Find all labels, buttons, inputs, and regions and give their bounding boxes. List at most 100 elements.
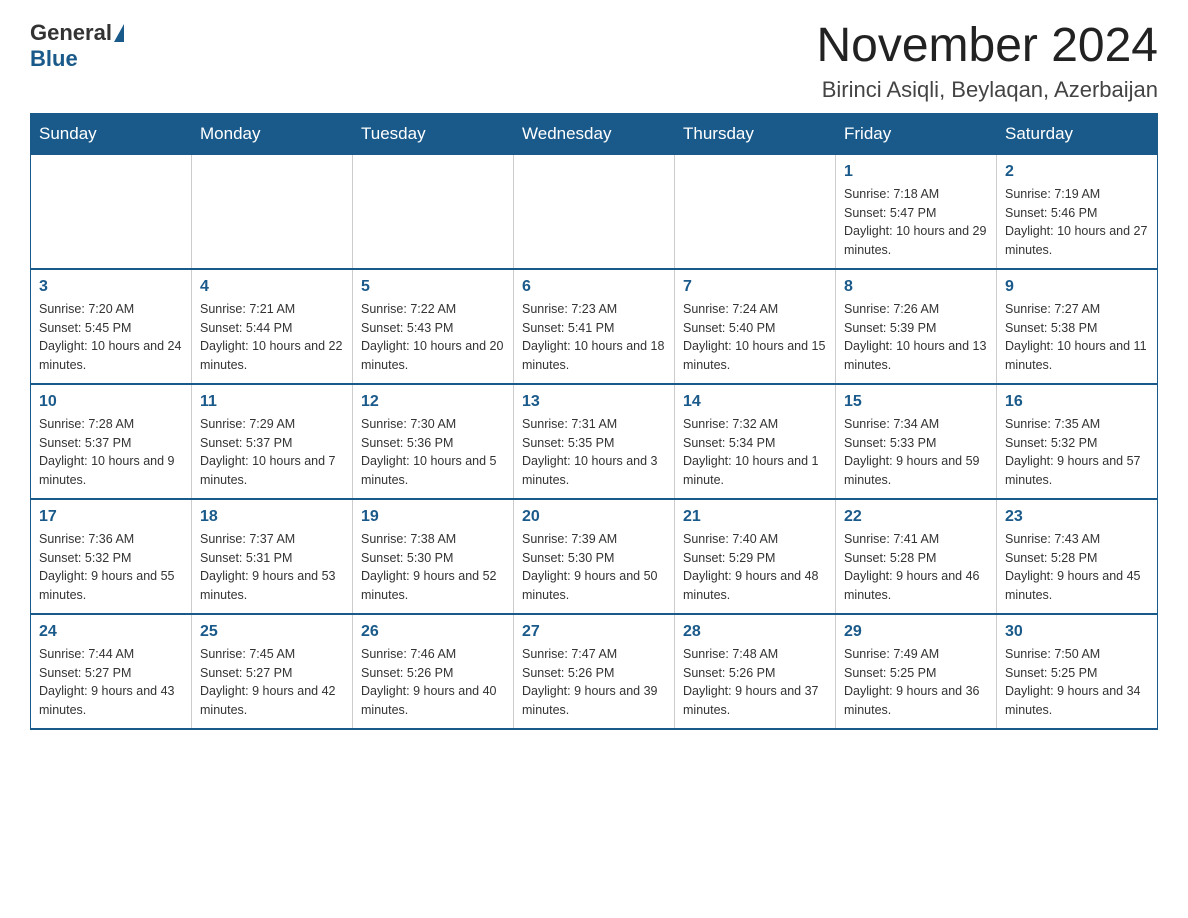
logo-general-text: General: [30, 20, 112, 46]
day-info: Sunrise: 7:41 AMSunset: 5:28 PMDaylight:…: [844, 530, 988, 605]
calendar-cell: 10 Sunrise: 7:28 AMSunset: 5:37 PMDayligh…: [31, 384, 192, 499]
calendar-cell: 24 Sunrise: 7:44 AMSunset: 5:27 PMDayligh…: [31, 614, 192, 729]
day-number: 29: [844, 623, 988, 641]
day-info: Sunrise: 7:31 AMSunset: 5:35 PMDaylight:…: [522, 415, 666, 490]
calendar-week-row: 17 Sunrise: 7:36 AMSunset: 5:32 PMDayligh…: [31, 499, 1158, 614]
day-number: 18: [200, 508, 344, 526]
day-info: Sunrise: 7:27 AMSunset: 5:38 PMDaylight:…: [1005, 300, 1149, 375]
day-header-sunday: Sunday: [31, 113, 192, 154]
day-header-friday: Friday: [836, 113, 997, 154]
day-info: Sunrise: 7:19 AMSunset: 5:46 PMDaylight:…: [1005, 185, 1149, 260]
day-number: 19: [361, 508, 505, 526]
day-info: Sunrise: 7:21 AMSunset: 5:44 PMDaylight:…: [200, 300, 344, 375]
calendar-cell: 2 Sunrise: 7:19 AMSunset: 5:46 PMDaylight…: [997, 154, 1158, 269]
title-section: November 2024 Birinci Asiqli, Beylaqan, …: [816, 20, 1158, 103]
day-number: 8: [844, 278, 988, 296]
calendar-cell: 8 Sunrise: 7:26 AMSunset: 5:39 PMDaylight…: [836, 269, 997, 384]
day-number: 14: [683, 393, 827, 411]
day-info: Sunrise: 7:34 AMSunset: 5:33 PMDaylight:…: [844, 415, 988, 490]
day-number: 26: [361, 623, 505, 641]
day-info: Sunrise: 7:47 AMSunset: 5:26 PMDaylight:…: [522, 645, 666, 720]
day-info: Sunrise: 7:38 AMSunset: 5:30 PMDaylight:…: [361, 530, 505, 605]
day-info: Sunrise: 7:49 AMSunset: 5:25 PMDaylight:…: [844, 645, 988, 720]
day-number: 10: [39, 393, 183, 411]
calendar-cell: 14 Sunrise: 7:32 AMSunset: 5:34 PMDayligh…: [675, 384, 836, 499]
calendar-cell: 15 Sunrise: 7:34 AMSunset: 5:33 PMDayligh…: [836, 384, 997, 499]
day-info: Sunrise: 7:46 AMSunset: 5:26 PMDaylight:…: [361, 645, 505, 720]
calendar-cell: 17 Sunrise: 7:36 AMSunset: 5:32 PMDayligh…: [31, 499, 192, 614]
calendar-week-row: 24 Sunrise: 7:44 AMSunset: 5:27 PMDayligh…: [31, 614, 1158, 729]
day-number: 20: [522, 508, 666, 526]
day-info: Sunrise: 7:40 AMSunset: 5:29 PMDaylight:…: [683, 530, 827, 605]
day-number: 21: [683, 508, 827, 526]
calendar-cell: 20 Sunrise: 7:39 AMSunset: 5:30 PMDayligh…: [514, 499, 675, 614]
calendar-cell: 25 Sunrise: 7:45 AMSunset: 5:27 PMDayligh…: [192, 614, 353, 729]
day-info: Sunrise: 7:28 AMSunset: 5:37 PMDaylight:…: [39, 415, 183, 490]
calendar-cell: 16Sunrise: 7:35 AMSunset: 5:32 PMDayligh…: [997, 384, 1158, 499]
calendar-cell: 27 Sunrise: 7:47 AMSunset: 5:26 PMDayligh…: [514, 614, 675, 729]
day-info: Sunrise: 7:45 AMSunset: 5:27 PMDaylight:…: [200, 645, 344, 720]
day-number: 28: [683, 623, 827, 641]
calendar-cell: 4 Sunrise: 7:21 AMSunset: 5:44 PMDaylight…: [192, 269, 353, 384]
calendar-cell: 18 Sunrise: 7:37 AMSunset: 5:31 PMDayligh…: [192, 499, 353, 614]
day-info: Sunrise: 7:18 AMSunset: 5:47 PMDaylight:…: [844, 185, 988, 260]
calendar-cell: 21 Sunrise: 7:40 AMSunset: 5:29 PMDayligh…: [675, 499, 836, 614]
calendar-cell: [192, 154, 353, 269]
day-number: 11: [200, 393, 344, 411]
calendar-header-row: SundayMondayTuesdayWednesdayThursdayFrid…: [31, 113, 1158, 154]
day-number: 1: [844, 163, 988, 181]
calendar-cell: 26 Sunrise: 7:46 AMSunset: 5:26 PMDayligh…: [353, 614, 514, 729]
day-info: Sunrise: 7:30 AMSunset: 5:36 PMDaylight:…: [361, 415, 505, 490]
calendar-cell: 30Sunrise: 7:50 AMSunset: 5:25 PMDayligh…: [997, 614, 1158, 729]
calendar-cell: 7Sunrise: 7:24 AMSunset: 5:40 PMDaylight…: [675, 269, 836, 384]
day-number: 9: [1005, 278, 1149, 296]
calendar-week-row: 10 Sunrise: 7:28 AMSunset: 5:37 PMDayligh…: [31, 384, 1158, 499]
day-number: 23: [1005, 508, 1149, 526]
day-info: Sunrise: 7:48 AMSunset: 5:26 PMDaylight:…: [683, 645, 827, 720]
calendar-cell: 13 Sunrise: 7:31 AMSunset: 5:35 PMDayligh…: [514, 384, 675, 499]
day-number: 2: [1005, 163, 1149, 181]
calendar-cell: 22Sunrise: 7:41 AMSunset: 5:28 PMDayligh…: [836, 499, 997, 614]
day-number: 24: [39, 623, 183, 641]
day-info: Sunrise: 7:43 AMSunset: 5:28 PMDaylight:…: [1005, 530, 1149, 605]
day-header-wednesday: Wednesday: [514, 113, 675, 154]
day-header-tuesday: Tuesday: [353, 113, 514, 154]
calendar-cell: 5Sunrise: 7:22 AMSunset: 5:43 PMDaylight…: [353, 269, 514, 384]
day-number: 15: [844, 393, 988, 411]
day-number: 6: [522, 278, 666, 296]
calendar-cell: [353, 154, 514, 269]
month-title: November 2024: [816, 20, 1158, 73]
day-number: 13: [522, 393, 666, 411]
day-info: Sunrise: 7:44 AMSunset: 5:27 PMDaylight:…: [39, 645, 183, 720]
day-number: 7: [683, 278, 827, 296]
day-number: 4: [200, 278, 344, 296]
day-info: Sunrise: 7:22 AMSunset: 5:43 PMDaylight:…: [361, 300, 505, 375]
day-header-monday: Monday: [192, 113, 353, 154]
calendar-cell: 11Sunrise: 7:29 AMSunset: 5:37 PMDayligh…: [192, 384, 353, 499]
calendar-cell: [31, 154, 192, 269]
day-info: Sunrise: 7:20 AMSunset: 5:45 PMDaylight:…: [39, 300, 183, 375]
day-info: Sunrise: 7:39 AMSunset: 5:30 PMDaylight:…: [522, 530, 666, 605]
calendar-table: SundayMondayTuesdayWednesdayThursdayFrid…: [30, 113, 1158, 730]
logo: General Blue: [30, 20, 124, 72]
day-header-thursday: Thursday: [675, 113, 836, 154]
day-info: Sunrise: 7:23 AMSunset: 5:41 PMDaylight:…: [522, 300, 666, 375]
logo-blue-text: Blue: [30, 46, 124, 72]
calendar-cell: [675, 154, 836, 269]
day-number: 12: [361, 393, 505, 411]
day-info: Sunrise: 7:36 AMSunset: 5:32 PMDaylight:…: [39, 530, 183, 605]
day-info: Sunrise: 7:37 AMSunset: 5:31 PMDaylight:…: [200, 530, 344, 605]
day-info: Sunrise: 7:26 AMSunset: 5:39 PMDaylight:…: [844, 300, 988, 375]
day-number: 16: [1005, 393, 1149, 411]
calendar-cell: 9 Sunrise: 7:27 AMSunset: 5:38 PMDaylight…: [997, 269, 1158, 384]
day-number: 3: [39, 278, 183, 296]
day-header-saturday: Saturday: [997, 113, 1158, 154]
day-info: Sunrise: 7:50 AMSunset: 5:25 PMDaylight:…: [1005, 645, 1149, 720]
day-number: 17: [39, 508, 183, 526]
day-info: Sunrise: 7:32 AMSunset: 5:34 PMDaylight:…: [683, 415, 827, 490]
calendar-cell: 29 Sunrise: 7:49 AMSunset: 5:25 PMDayligh…: [836, 614, 997, 729]
calendar-cell: 1 Sunrise: 7:18 AMSunset: 5:47 PMDaylight…: [836, 154, 997, 269]
day-number: 27: [522, 623, 666, 641]
day-number: 25: [200, 623, 344, 641]
calendar-cell: 3 Sunrise: 7:20 AMSunset: 5:45 PMDaylight…: [31, 269, 192, 384]
